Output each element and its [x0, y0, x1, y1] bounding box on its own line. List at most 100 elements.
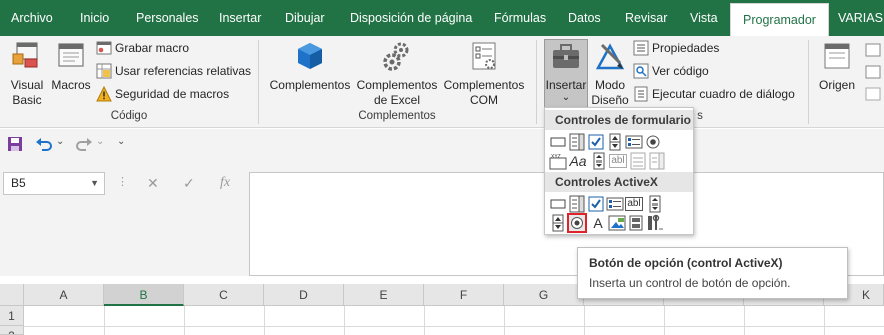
undo-dropdown-arrow[interactable]: ⌄	[56, 136, 64, 147]
tab-archivo[interactable]: Archivo	[11, 0, 53, 36]
column-header[interactable]: F	[424, 284, 504, 306]
tab-datos[interactable]: Datos	[568, 0, 601, 36]
column-header[interactable]: C	[184, 284, 264, 306]
ribbon: Visual Basic Macros Grabar macro Usar re…	[0, 36, 884, 128]
name-box-dropdown-icon[interactable]: ▼	[90, 173, 99, 194]
visual-basic-button[interactable]: Visual Basic	[7, 40, 47, 108]
com-addins-icon	[472, 42, 496, 70]
activex-command-button-icon[interactable]	[549, 195, 567, 213]
origen-button[interactable]: Origen	[815, 40, 859, 93]
origen-label: Origen	[818, 78, 856, 92]
redo-icon[interactable]	[75, 135, 93, 156]
tab-dibujar[interactable]: Dibujar	[285, 0, 325, 36]
save-icon[interactable]	[7, 136, 23, 155]
activex-toggle-button-icon[interactable]	[627, 214, 645, 232]
modo-diseno-button[interactable]: Modo Diseño	[589, 40, 631, 108]
row-header[interactable]: 2	[0, 326, 24, 335]
form-text-field-icon[interactable]: abl	[609, 154, 627, 168]
tooltip-title: Botón de opción (control ActiveX)	[589, 256, 783, 270]
form-label-icon[interactable]: Aa	[568, 152, 588, 170]
form-check-box-icon[interactable]	[587, 133, 605, 151]
insertar-label: Insertar	[545, 78, 587, 92]
undo-icon[interactable]	[35, 135, 53, 156]
form-combo-list-edit-icon[interactable]	[629, 152, 647, 170]
tab-disposicion[interactable]: Disposición de página	[350, 0, 472, 36]
insert-function-icon[interactable]: fx	[220, 175, 230, 191]
ver-codigo-button[interactable]: Ver código	[633, 63, 709, 79]
relative-references-icon	[96, 63, 112, 79]
grid-line	[744, 306, 745, 335]
properties-icon	[633, 40, 649, 56]
column-header[interactable]: G	[504, 284, 584, 306]
usar-referencias-label: Usar referencias relativas	[115, 64, 252, 78]
svg-text:XYZ: XYZ	[551, 154, 561, 160]
activex-label-icon[interactable]: A	[589, 214, 607, 232]
activex-text-box-icon[interactable]: abl	[625, 197, 643, 211]
tab-vista[interactable]: Vista	[690, 0, 718, 36]
tab-varias[interactable]: VARIAS	[838, 0, 883, 36]
insertar-controls-button[interactable]: Insertar ⌄	[544, 40, 588, 103]
ejecutar-dialogo-label: Ejecutar cuadro de diálogo	[652, 87, 795, 101]
visual-basic-label-1: Visual	[10, 78, 44, 92]
macros-button[interactable]: Macros	[50, 40, 92, 93]
complementos-excel-label-1: Complementos	[356, 78, 438, 92]
option-button-tooltip: Botón de opción (control ActiveX) Insert…	[577, 247, 848, 299]
insert-controls-dropdown: Controles de formulario XYZ Aa abl Contr…	[544, 107, 694, 235]
macros-icon	[58, 43, 84, 67]
select-all-corner[interactable]	[0, 284, 24, 306]
grabar-macro-button[interactable]: Grabar macro	[96, 40, 189, 56]
form-combo-drop-down-edit-icon[interactable]	[648, 152, 666, 170]
ribbon-tab-bar: Archivo Inicio Personales Insertar Dibuj…	[0, 0, 884, 36]
activex-check-box-icon[interactable]	[587, 195, 605, 213]
design-mode-icon	[595, 43, 625, 70]
row-header[interactable]: 1	[0, 306, 24, 326]
column-header[interactable]: D	[264, 284, 344, 306]
more-controls-icon[interactable]	[646, 214, 664, 232]
grid-line	[824, 306, 825, 335]
enter-icon[interactable]: ✓	[183, 175, 195, 192]
toolbox-icon	[553, 44, 579, 68]
form-button-icon[interactable]	[549, 133, 567, 151]
grid-line	[264, 306, 265, 335]
form-spin-button-icon[interactable]	[606, 133, 624, 151]
activex-list-box-icon[interactable]	[606, 195, 624, 213]
form-combo-box-icon[interactable]	[568, 133, 586, 151]
propiedades-button[interactable]: Propiedades	[633, 40, 719, 56]
seguridad-macros-button[interactable]: Seguridad de macros	[96, 85, 229, 102]
tab-formulas[interactable]: Fórmulas	[494, 0, 546, 36]
tab-inicio[interactable]: Inicio	[80, 0, 109, 36]
activex-scroll-bar-icon[interactable]	[646, 195, 664, 213]
form-scroll-bar-icon[interactable]	[590, 152, 608, 170]
column-header[interactable]: E	[344, 284, 424, 306]
activex-option-button-icon[interactable]	[567, 213, 587, 233]
ejecutar-dialogo-button[interactable]: Ejecutar cuadro de diálogo	[633, 86, 795, 102]
form-list-box-icon[interactable]	[625, 133, 643, 151]
xml-source-icon	[824, 43, 850, 69]
complementos-excel-button[interactable]: Complementos de Excel	[354, 40, 440, 108]
redo-dropdown-arrow[interactable]: ⌄	[96, 136, 104, 147]
name-box[interactable]: B5 ▼	[3, 172, 105, 195]
gears-icon	[383, 42, 409, 71]
warning-icon	[96, 85, 112, 102]
tab-programador[interactable]: Programador	[730, 3, 829, 36]
activex-image-icon[interactable]	[608, 214, 626, 232]
complementos-com-button[interactable]: Complementos COM	[440, 40, 528, 108]
column-header-selected[interactable]: B	[104, 284, 184, 306]
activex-combo-box-icon[interactable]	[568, 195, 586, 213]
usar-referencias-button[interactable]: Usar referencias relativas	[96, 63, 251, 79]
cancel-icon[interactable]: ✕	[147, 175, 159, 192]
tab-revisar[interactable]: Revisar	[625, 0, 667, 36]
column-header[interactable]: A	[24, 284, 104, 306]
form-group-box-icon[interactable]: XYZ	[549, 152, 567, 170]
modo-diseno-label-2: Diseño	[591, 93, 629, 107]
tab-personales[interactable]: Personales	[136, 0, 199, 36]
resize-handle-icon[interactable]: ⋮	[117, 175, 128, 188]
tab-insertar[interactable]: Insertar	[219, 0, 261, 36]
group-title-codigo: Código	[110, 110, 148, 122]
complementos-excel-label-2: de Excel	[373, 93, 421, 107]
form-option-button-icon[interactable]	[644, 133, 662, 151]
modo-diseno-label-1: Modo	[594, 78, 626, 92]
activex-spin-button-icon[interactable]	[549, 214, 567, 232]
customize-qat-arrow[interactable]: ⌄	[117, 136, 125, 147]
complementos-button[interactable]: Complementos	[266, 40, 354, 93]
